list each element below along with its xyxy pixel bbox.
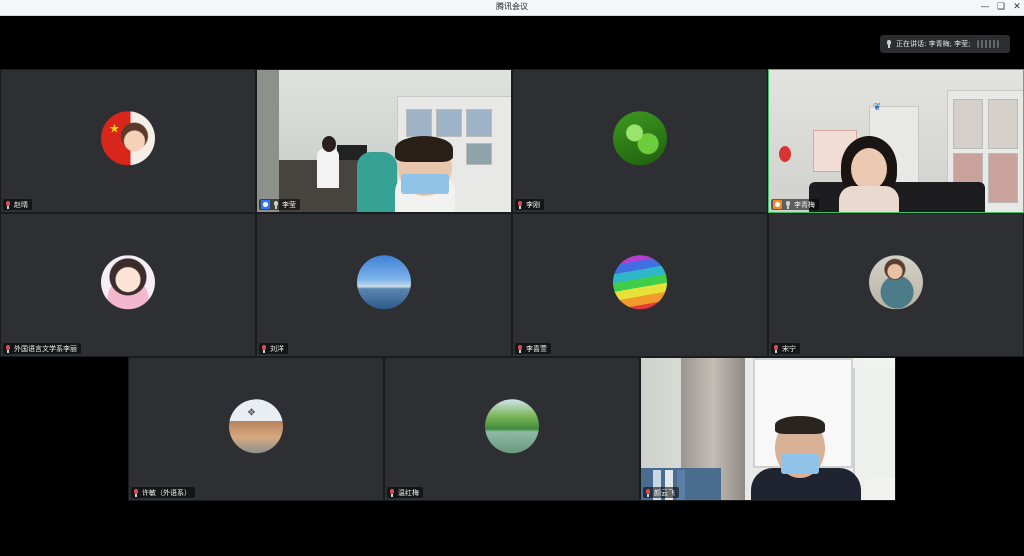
participant-tile-2[interactable]: 李莹 bbox=[256, 69, 512, 213]
video-feed bbox=[257, 70, 511, 212]
building-birds-avatar: ❖ bbox=[229, 399, 283, 454]
participant-nameplate: 宋宁 bbox=[771, 343, 800, 354]
participant-tile-3[interactable]: 李刚 bbox=[512, 69, 768, 213]
woman-flowers-avatar bbox=[869, 255, 923, 310]
mic-muted-icon bbox=[773, 344, 779, 353]
participant-tile-6[interactable]: 刘洋 bbox=[256, 213, 512, 357]
participant-name: 许敏（外语系） bbox=[142, 488, 191, 497]
bird-icon: ❖ bbox=[247, 407, 256, 419]
participant-nameplate: 颜云飞 bbox=[643, 487, 679, 498]
participant-nameplate: 李喜萱 bbox=[515, 343, 551, 354]
participant-tile-1[interactable]: ★ 赵晴 bbox=[0, 69, 256, 213]
participant-tile-9[interactable]: ❖ 许敏（外语系） bbox=[128, 357, 384, 501]
participant-name: 李莹 bbox=[282, 200, 296, 209]
participant-name: 宋宁 bbox=[782, 344, 796, 353]
mic-muted-icon bbox=[5, 200, 11, 209]
participant-tile-11[interactable]: 颜云飞 bbox=[640, 357, 896, 501]
mic-icon bbox=[785, 200, 791, 209]
video-feed: ❦ bbox=[769, 70, 1023, 212]
participant-tile-7[interactable]: 李喜萱 bbox=[512, 213, 768, 357]
participant-name: 刘洋 bbox=[270, 344, 284, 353]
participant-name: 颜云飞 bbox=[654, 488, 675, 497]
cartoon-girl-avatar bbox=[101, 255, 155, 310]
speaking-label: 正在讲话: 李青梅; 李莹; bbox=[896, 40, 971, 48]
participant-nameplate: 赵晴 bbox=[3, 199, 32, 210]
star-icon: ★ bbox=[109, 121, 120, 136]
participant-name: 外国语言文学系李丽 bbox=[14, 344, 77, 353]
participant-name: 温红梅 bbox=[398, 488, 419, 497]
participant-nameplate: 许敏（外语系） bbox=[131, 487, 195, 498]
participant-nameplate: 李刚 bbox=[515, 199, 544, 210]
participant-name: 赵晴 bbox=[14, 200, 28, 209]
window-title: 腾讯会议 bbox=[496, 2, 528, 11]
rainbow-droplets-avatar bbox=[613, 255, 667, 310]
participant-tile-8[interactable]: 宋宁 bbox=[768, 213, 1024, 357]
video-feed bbox=[641, 358, 895, 500]
mic-muted-icon bbox=[517, 344, 523, 353]
park-lake-avatar bbox=[485, 399, 539, 454]
mic-muted-icon bbox=[389, 488, 395, 497]
participant-nameplate: 外国语言文学系李丽 bbox=[3, 343, 81, 354]
speaking-indicator: 正在讲话: 李青梅; 李莹; bbox=[880, 35, 1010, 53]
audio-wave-icon bbox=[976, 40, 999, 48]
participant-tile-4[interactable]: ❦ 李青梅 bbox=[768, 69, 1024, 213]
harbor-sky-avatar bbox=[357, 255, 411, 310]
participant-nameplate: 李青梅 bbox=[771, 199, 819, 210]
participant-tile-10[interactable]: 温红梅 bbox=[384, 357, 640, 501]
green-grass-avatar bbox=[613, 111, 667, 166]
mic-muted-icon bbox=[261, 344, 267, 353]
host-icon bbox=[773, 200, 782, 209]
participant-name: 李青梅 bbox=[794, 200, 815, 209]
participant-nameplate: 刘洋 bbox=[259, 343, 288, 354]
host-icon bbox=[261, 200, 270, 209]
title-bar: 腾讯会议 — ❏ ✕ bbox=[0, 0, 1024, 16]
mic-muted-icon bbox=[133, 488, 139, 497]
participant-nameplate: 李莹 bbox=[259, 199, 300, 210]
mic-muted-icon bbox=[645, 488, 651, 497]
participant-name: 李刚 bbox=[526, 200, 540, 209]
participant-name: 李喜萱 bbox=[526, 344, 547, 353]
participant-nameplate: 温红梅 bbox=[387, 487, 423, 498]
mic-icon bbox=[886, 40, 892, 48]
mic-muted-icon bbox=[5, 344, 11, 353]
mic-icon bbox=[273, 200, 279, 209]
meeting-gallery: 正在讲话: 李青梅; 李莹; ★ 赵晴 李莹 李刚 ❦ 李青梅 外国语言文学系李… bbox=[0, 16, 1024, 556]
participant-tile-5[interactable]: 外国语言文学系李丽 bbox=[0, 213, 256, 357]
bird-ornament-icon: ❦ bbox=[873, 102, 882, 113]
china-flag-girl-avatar: ★ bbox=[101, 111, 155, 166]
mic-muted-icon bbox=[517, 200, 523, 209]
close-icon[interactable]: ✕ bbox=[1008, 0, 1024, 15]
